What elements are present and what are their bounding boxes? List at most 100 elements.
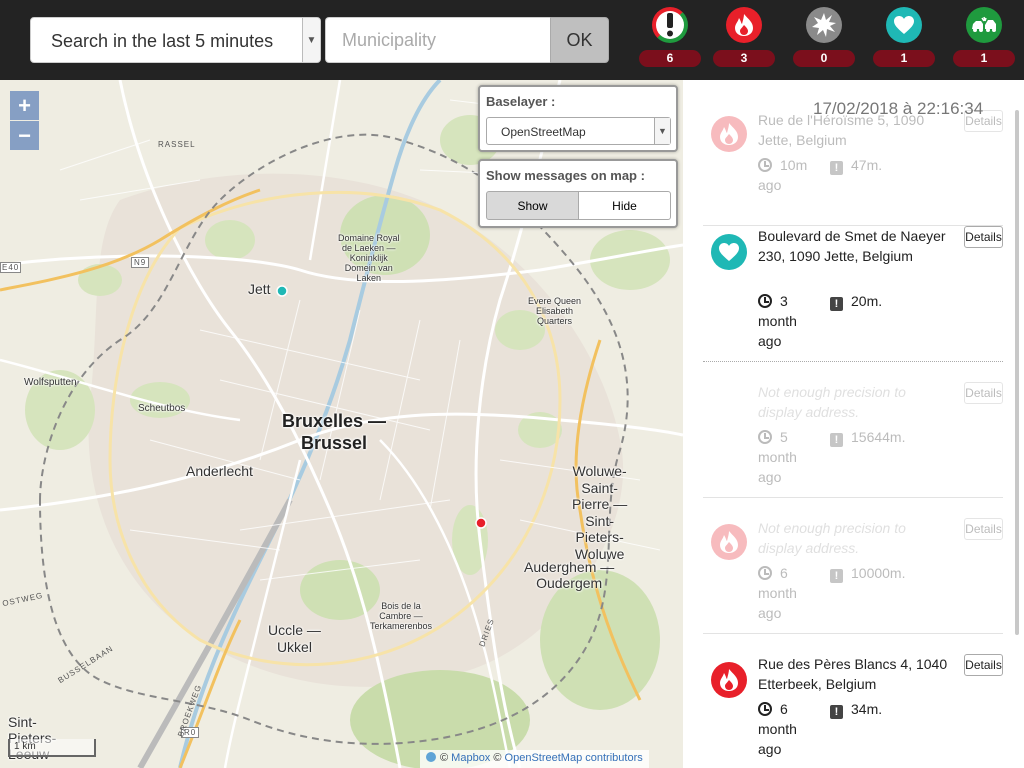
- map-label: Evere Queen Elisabeth Quarters: [528, 296, 582, 326]
- hide-button[interactable]: Hide: [578, 191, 671, 220]
- map[interactable]: RASSEL Domaine Royal de Laeken — Koninkl…: [0, 80, 683, 768]
- show-messages-control: Show messages on map : Show Hide: [478, 159, 678, 228]
- map-attribution: © Mapbox © OpenStreetMap contributors: [420, 750, 649, 768]
- message-address: Not enough precision to display address.: [758, 520, 906, 556]
- show-button[interactable]: Show: [486, 191, 579, 220]
- fire-icon: [711, 116, 747, 152]
- category-filter-alert[interactable]: 6: [637, 6, 703, 68]
- show-messages-title: Show messages on map :: [486, 168, 645, 183]
- category-count: 6: [639, 50, 701, 67]
- details-button[interactable]: Details: [964, 382, 1003, 404]
- message-address: Not enough precision to display address.: [758, 384, 906, 420]
- fire-icon: [711, 662, 747, 698]
- message-address: Boulevard de Smet de Naeyer 230, 1090 Je…: [758, 228, 946, 264]
- time-filter-select[interactable]: Search in the last 5 minutes ▼: [30, 17, 321, 63]
- map-scale: 1 km: [8, 739, 96, 757]
- divider: [703, 361, 1003, 362]
- message-precision-text: 15644m.: [851, 429, 906, 445]
- message-item[interactable]: Not enough precision to display address.…: [703, 518, 1005, 633]
- map-label: Domaine Royal de Laeken — Koninklijk Dom…: [338, 233, 400, 283]
- message-precision-text: 47m.: [851, 157, 883, 173]
- category-filter-accident[interactable]: 1: [951, 6, 1017, 68]
- message-item[interactable]: Boulevard de Smet de Naeyer 230, 1090 Je…: [703, 226, 1005, 361]
- map-label: Jett: [248, 281, 271, 297]
- baselayer-value: OpenStreetMap: [501, 125, 586, 139]
- mapbox-link[interactable]: Mapbox: [451, 752, 490, 764]
- message-time: 10m ago: [758, 155, 818, 195]
- message-precision: ! 34m.: [830, 699, 882, 719]
- fire-icon: [711, 524, 747, 560]
- zoom-out-button[interactable]: −: [10, 121, 39, 150]
- panel-scrollbar[interactable]: [1015, 110, 1019, 635]
- message-precision: ! 10000m.: [830, 563, 905, 583]
- fire-icon: [726, 7, 762, 43]
- time-filter-value: Search in the last 5 minutes: [51, 31, 274, 51]
- message-precision: ! 47m.: [830, 155, 882, 175]
- category-count: 0: [793, 50, 855, 67]
- exclamation-icon: !: [830, 161, 843, 175]
- message-time: 6 month ago: [758, 699, 818, 759]
- clock-icon: [758, 702, 772, 716]
- clock-icon: [758, 294, 772, 308]
- chevron-down-icon: ▼: [302, 18, 320, 62]
- map-label: Wolfsputten: [24, 377, 77, 388]
- car-crash-icon: [966, 7, 1002, 43]
- category-count: 3: [713, 50, 775, 67]
- category-filter-fire[interactable]: 3: [711, 6, 777, 68]
- category-filter-explosion[interactable]: 0: [791, 6, 857, 68]
- divider: [703, 497, 1003, 498]
- category-count: 1: [873, 50, 935, 67]
- message-precision: ! 20m.: [830, 291, 882, 311]
- divider: [703, 633, 1003, 634]
- map-label: Anderlecht: [186, 463, 253, 479]
- clock-icon: [758, 158, 772, 172]
- message-precision-text: 10000m.: [851, 565, 906, 581]
- exclamation-icon: [652, 7, 688, 43]
- openstreetmap-link[interactable]: OpenStreetMap contributors: [505, 752, 643, 764]
- explosion-icon: [806, 7, 842, 43]
- chevron-down-icon: ▼: [654, 118, 670, 144]
- exclamation-icon: !: [830, 569, 843, 583]
- message-time: 5 month ago: [758, 427, 818, 487]
- baselayer-control: Baselayer : OpenStreetMap ▼: [478, 85, 678, 152]
- heart-icon: [711, 234, 747, 270]
- exclamation-icon: !: [830, 433, 843, 447]
- map-label-city: Bruxelles — Brussel: [282, 411, 387, 453]
- exclamation-icon: !: [830, 297, 843, 311]
- details-button[interactable]: Details: [964, 226, 1003, 248]
- zoom-in-button[interactable]: +: [10, 91, 39, 120]
- clock-icon: [758, 566, 772, 580]
- category-filter-medical[interactable]: 1: [871, 6, 937, 68]
- map-label: Woluwe- Saint- Pierre — Sint- Pieters- W…: [572, 463, 628, 562]
- municipality-input[interactable]: [325, 17, 551, 63]
- clock-icon: [758, 430, 772, 444]
- map-label: Scheutbos: [138, 403, 186, 414]
- copyright-symbol: ©: [493, 752, 502, 764]
- copyright-symbol: ©: [440, 752, 449, 764]
- message-time: 3 month ago: [758, 291, 818, 351]
- road-shield: N9: [131, 257, 150, 268]
- road-shield: E40: [0, 262, 22, 273]
- top-bar: Search in the last 5 minutes ▼ OK 6 3 0 …: [0, 0, 1024, 80]
- map-label: Bois de la Cambre — Terkamerenbos: [370, 601, 433, 631]
- heart-icon: [886, 7, 922, 43]
- ok-button[interactable]: OK: [550, 17, 609, 63]
- details-button[interactable]: Details: [964, 654, 1003, 676]
- baselayer-title: Baselayer :: [486, 94, 556, 109]
- exclamation-icon: !: [830, 705, 843, 719]
- message-precision-text: 20m.: [851, 293, 883, 309]
- message-item[interactable]: Rue des Pères Blancs 4, 1040 Etterbeek, …: [703, 654, 1005, 768]
- map-label: Uccle — Ukkel: [268, 622, 321, 655]
- message-item[interactable]: Not enough precision to display address.…: [703, 382, 1005, 497]
- message-address: Rue des Pères Blancs 4, 1040 Etterbeek, …: [758, 656, 948, 692]
- message-item[interactable]: Rue de l'Héroïsme 5, 1090 Jette, Belgium…: [703, 110, 1005, 230]
- message-panel[interactable]: 17/02/2018 à 22:16:34 Rue de l'Héroïsme …: [683, 80, 1024, 768]
- current-datetime: 17/02/2018 à 22:16:34: [813, 99, 984, 118]
- map-label: RASSEL: [158, 140, 196, 149]
- baselayer-select[interactable]: OpenStreetMap ▼: [486, 117, 671, 145]
- mapbox-logo-icon: [426, 752, 436, 762]
- map-label: Auderghem — Oudergem: [524, 559, 615, 591]
- category-count: 1: [953, 50, 1015, 67]
- details-button[interactable]: Details: [964, 518, 1003, 540]
- message-precision-text: 34m.: [851, 701, 883, 717]
